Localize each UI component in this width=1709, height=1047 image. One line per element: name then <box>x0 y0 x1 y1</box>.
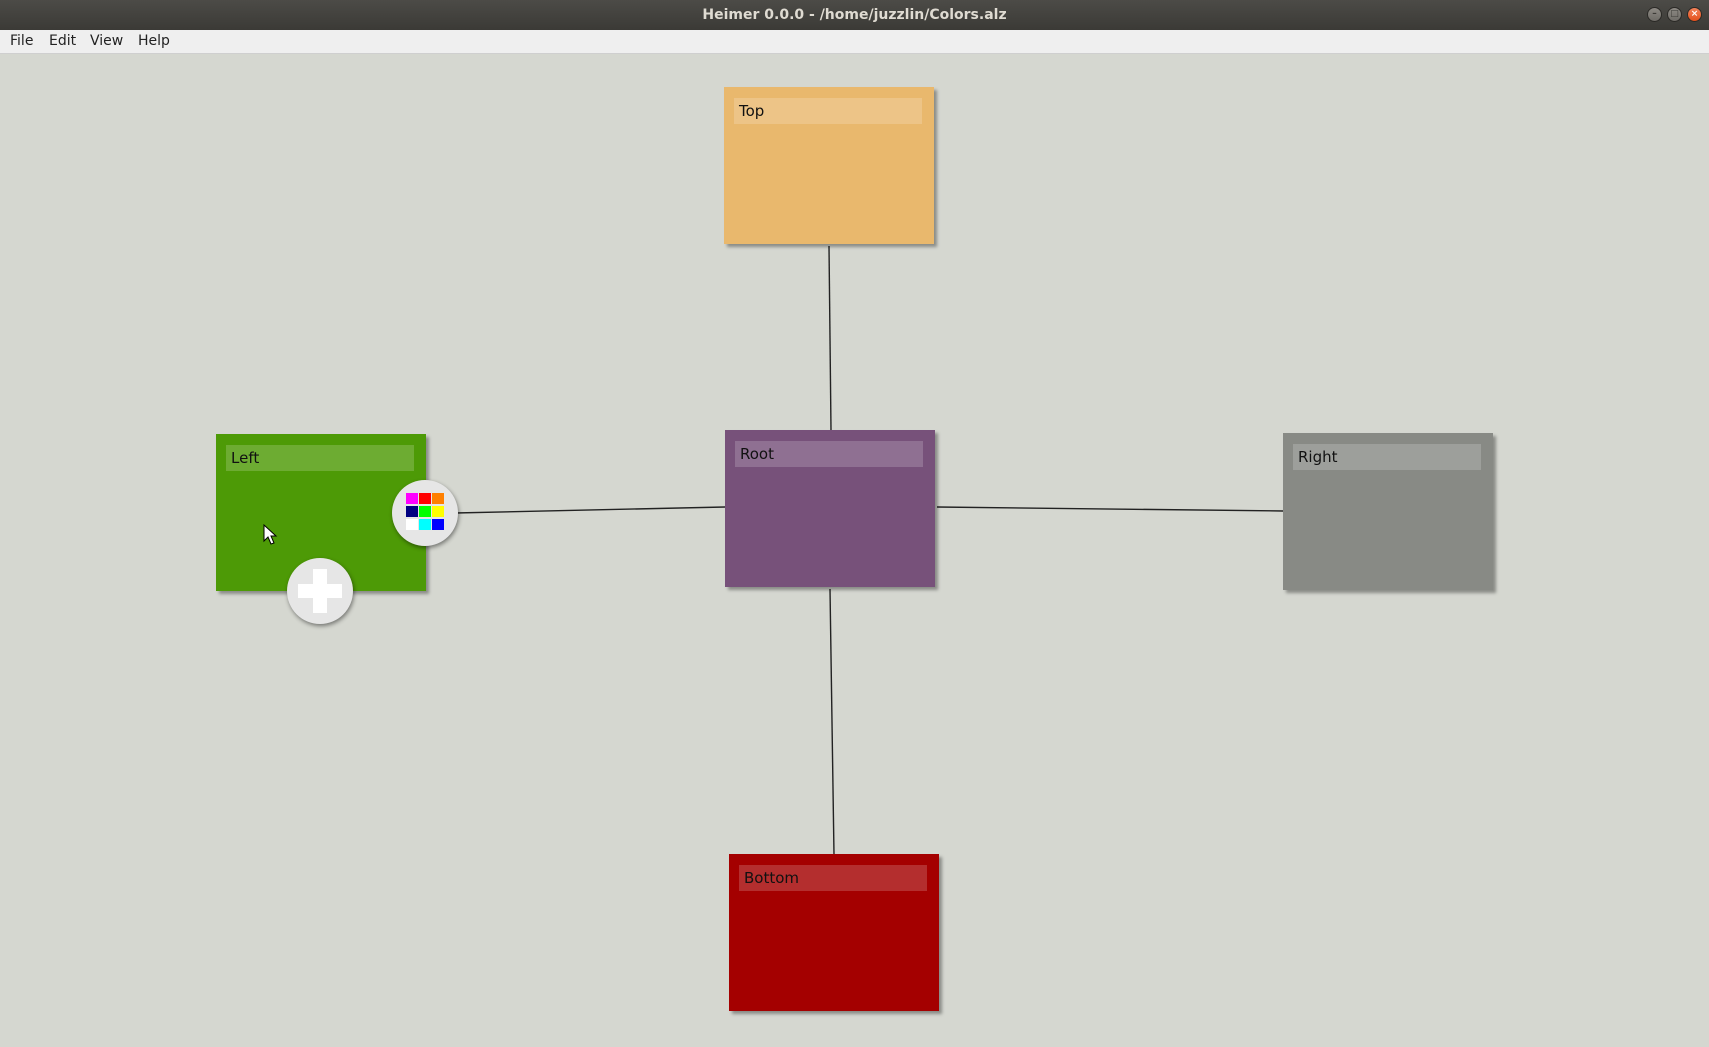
node-root-label[interactable]: Root <box>735 441 923 467</box>
palette-swatch <box>406 506 418 517</box>
mouse-cursor-icon <box>263 524 278 545</box>
node-root[interactable]: Root <box>725 430 935 587</box>
node-right-label[interactable]: Right <box>1293 444 1481 470</box>
palette-swatch <box>419 506 431 517</box>
edge-root-bottom <box>829 588 835 856</box>
palette-swatch <box>419 519 431 530</box>
plus-icon <box>298 569 342 613</box>
palette-swatch <box>419 493 431 504</box>
node-right[interactable]: Right <box>1283 433 1493 590</box>
edge-root-right <box>936 506 1284 512</box>
color-palette-icon <box>406 493 446 533</box>
node-top[interactable]: Top <box>724 87 934 244</box>
edge-root-top <box>828 245 832 431</box>
palette-swatch <box>432 506 444 517</box>
edge-root-left <box>454 506 726 514</box>
node-left-label[interactable]: Left <box>226 445 414 471</box>
palette-swatch <box>406 493 418 504</box>
palette-swatch <box>432 519 444 530</box>
add-node-handle[interactable] <box>287 558 353 624</box>
color-picker-handle[interactable] <box>392 480 458 546</box>
palette-swatch <box>432 493 444 504</box>
node-bottom[interactable]: Bottom <box>729 854 939 1011</box>
palette-swatch <box>406 519 418 530</box>
node-top-label[interactable]: Top <box>734 98 922 124</box>
node-bottom-label[interactable]: Bottom <box>739 865 927 891</box>
